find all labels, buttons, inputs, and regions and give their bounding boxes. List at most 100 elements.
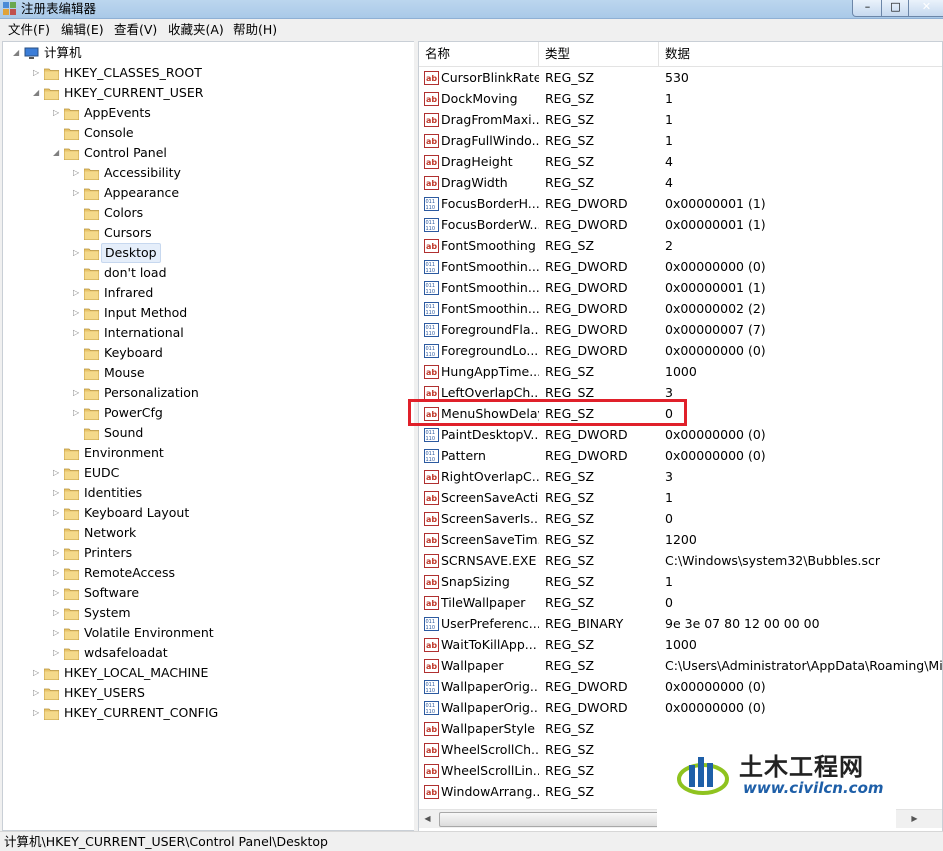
value-row[interactable]: ab DragWidth REG_SZ 4: [419, 172, 942, 193]
tree-node[interactable]: ▷ AppEvents: [3, 103, 408, 123]
value-row[interactable]: 011 110 FocusBorderW... REG_DWORD 0x00000001…: [419, 214, 942, 235]
tree-node[interactable]: ▷ Appearance: [3, 183, 408, 203]
value-row[interactable]: ab LeftOverlapCh... REG_SZ 3: [419, 382, 942, 403]
value-row[interactable]: ab ScreenSaveTim... REG_SZ 1200: [419, 529, 942, 550]
tree-node[interactable]: Sound: [3, 423, 408, 443]
value-row[interactable]: ab DragFullWindo... REG_SZ 1: [419, 130, 942, 151]
tree-node[interactable]: ▷ Software: [3, 583, 408, 603]
tree-node[interactable]: Environment: [3, 443, 408, 463]
tree-node[interactable]: Colors: [3, 203, 408, 223]
value-row[interactable]: ab DragHeight REG_SZ 4: [419, 151, 942, 172]
expand-arrow-icon[interactable]: ▷: [73, 323, 82, 343]
expand-arrow-icon[interactable]: ▷: [53, 543, 62, 563]
tree-node[interactable]: ▷ Input Method: [3, 303, 408, 323]
value-row[interactable]: ab MenuShowDelay REG_SZ 0: [419, 403, 942, 424]
value-row[interactable]: 011 110 ForegroundLo... REG_DWORD 0x00000000…: [419, 340, 942, 361]
tree-node[interactable]: ▷ Infrared: [3, 283, 408, 303]
value-row[interactable]: ab FontSmoothing REG_SZ 2: [419, 235, 942, 256]
column-type-header[interactable]: 类型: [539, 42, 659, 66]
expand-arrow-icon[interactable]: ▷: [33, 683, 42, 703]
tree-node[interactable]: ▷ EUDC: [3, 463, 408, 483]
expand-arrow-icon[interactable]: ▷: [33, 63, 42, 83]
close-button[interactable]: ✕: [908, 0, 943, 17]
value-row[interactable]: 011 110 FontSmoothin... REG_DWORD 0x00000000…: [419, 256, 942, 277]
maximize-button[interactable]: □: [881, 0, 910, 17]
column-name-header[interactable]: 名称: [419, 42, 539, 66]
expand-arrow-icon[interactable]: ▷: [53, 623, 62, 643]
value-row[interactable]: ab RightOverlapC... REG_SZ 3: [419, 466, 942, 487]
tree-node[interactable]: ◢ Control Panel: [3, 143, 408, 163]
expand-arrow-icon[interactable]: ▷: [73, 243, 82, 263]
value-row[interactable]: 011 110 FontSmoothin... REG_DWORD 0x00000001…: [419, 277, 942, 298]
values-list[interactable]: 名称 类型 数据 ab CursorBlinkRate REG_SZ 530 ab Doc…: [418, 41, 943, 833]
expand-arrow-icon[interactable]: ▷: [33, 663, 42, 683]
tree-node[interactable]: ▷ HKEY_CLASSES_ROOT: [3, 63, 408, 83]
value-row[interactable]: ab ScreenSaveActi... REG_SZ 1: [419, 487, 942, 508]
expand-arrow-icon[interactable]: ▷: [53, 483, 62, 503]
value-row[interactable]: ab Wallpaper REG_SZ C:\Users\Administrator\…: [419, 655, 942, 676]
expand-arrow-icon[interactable]: ▷: [73, 183, 82, 203]
menu-item[interactable]: 查看(V): [114, 22, 157, 38]
expand-arrow-icon[interactable]: ▷: [53, 503, 62, 523]
value-row[interactable]: 011 110 WallpaperOrig... REG_DWORD 0x0000000…: [419, 676, 942, 697]
expand-arrow-icon[interactable]: ▷: [33, 703, 42, 723]
tree-node[interactable]: ▷ RemoteAccess: [3, 563, 408, 583]
tree-node[interactable]: don't load: [3, 263, 408, 283]
value-row[interactable]: ab SCRNSAVE.EXE REG_SZ C:\Windows\system32\…: [419, 550, 942, 571]
value-row[interactable]: 011 110 UserPreferenc... REG_BINARY 9e 3e 07…: [419, 613, 942, 634]
value-row[interactable]: 011 110 ForegroundFla... REG_DWORD 0x0000000…: [419, 319, 942, 340]
menu-item[interactable]: 编辑(E): [61, 22, 104, 38]
tree-node[interactable]: Cursors: [3, 223, 408, 243]
registry-tree[interactable]: ◢ 计算机 ▷ HKEY_CLASSES_ROOT ◢ HKEY_CURRENT_USER…: [2, 41, 415, 831]
tree-node[interactable]: ▷ PowerCfg: [3, 403, 408, 423]
value-row[interactable]: 011 110 FocusBorderH... REG_DWORD 0x00000001…: [419, 193, 942, 214]
tree-node[interactable]: ▷ HKEY_USERS: [3, 683, 408, 703]
collapse-arrow-icon[interactable]: ◢: [13, 43, 22, 63]
tree-node[interactable]: Console: [3, 123, 408, 143]
tree-node[interactable]: ◢ HKEY_CURRENT_USER: [3, 83, 408, 103]
tree-node[interactable]: Network: [3, 523, 408, 543]
expand-arrow-icon[interactable]: ▷: [73, 303, 82, 323]
scroll-left-icon[interactable]: ◀: [419, 810, 436, 828]
menu-item[interactable]: 帮助(H): [233, 22, 277, 38]
expand-arrow-icon[interactable]: ▷: [73, 163, 82, 183]
menu-item[interactable]: 收藏夹(A): [168, 22, 224, 38]
value-row[interactable]: ab DockMoving REG_SZ 1: [419, 88, 942, 109]
expand-arrow-icon[interactable]: ▷: [73, 403, 82, 423]
tree-node[interactable]: Mouse: [3, 363, 408, 383]
minimize-button[interactable]: –: [852, 0, 883, 17]
menu-item[interactable]: 文件(F): [8, 22, 50, 38]
tree-node[interactable]: ▷ wdsafeloadat: [3, 643, 408, 663]
collapse-arrow-icon[interactable]: ◢: [33, 83, 42, 103]
expand-arrow-icon[interactable]: ▷: [53, 463, 62, 483]
expand-arrow-icon[interactable]: ▷: [53, 103, 62, 123]
scroll-right-icon[interactable]: ▶: [906, 810, 923, 828]
tree-node[interactable]: ▷ Accessibility: [3, 163, 408, 183]
value-row[interactable]: 011 110 Pattern REG_DWORD 0x00000000 (0): [419, 445, 942, 466]
tree-node[interactable]: ▷ Printers: [3, 543, 408, 563]
column-data-header[interactable]: 数据: [659, 42, 942, 66]
collapse-arrow-icon[interactable]: ◢: [53, 143, 62, 163]
tree-root-computer[interactable]: ◢ 计算机: [3, 43, 408, 63]
value-row[interactable]: ab TileWallpaper REG_SZ 0: [419, 592, 942, 613]
expand-arrow-icon[interactable]: ▷: [73, 283, 82, 303]
value-row[interactable]: 011 110 WallpaperOrig... REG_DWORD 0x0000000…: [419, 697, 942, 718]
value-row[interactable]: ab ScreenSaverIs... REG_SZ 0: [419, 508, 942, 529]
tree-node[interactable]: ▷ Volatile Environment: [3, 623, 408, 643]
value-row[interactable]: ab WaitToKillApp... REG_SZ 1000: [419, 634, 942, 655]
expand-arrow-icon[interactable]: ▷: [53, 603, 62, 623]
tree-node[interactable]: ▷ Personalization: [3, 383, 408, 403]
value-row[interactable]: ab SnapSizing REG_SZ 1: [419, 571, 942, 592]
expand-arrow-icon[interactable]: ▷: [53, 643, 62, 663]
expand-arrow-icon[interactable]: ▷: [73, 383, 82, 403]
tree-node[interactable]: ▷ HKEY_CURRENT_CONFIG: [3, 703, 408, 723]
tree-node[interactable]: ▷ Desktop: [3, 243, 408, 263]
value-row[interactable]: 011 110 PaintDesktopV... REG_DWORD 0x0000000…: [419, 424, 942, 445]
expand-arrow-icon[interactable]: ▷: [53, 563, 62, 583]
value-row[interactable]: ab DragFromMaxi... REG_SZ 1: [419, 109, 942, 130]
value-row[interactable]: ab HungAppTime... REG_SZ 1000: [419, 361, 942, 382]
tree-node[interactable]: ▷ System: [3, 603, 408, 623]
tree-node[interactable]: ▷ Identities: [3, 483, 408, 503]
expand-arrow-icon[interactable]: ▷: [53, 583, 62, 603]
value-row[interactable]: ab CursorBlinkRate REG_SZ 530: [419, 67, 942, 88]
